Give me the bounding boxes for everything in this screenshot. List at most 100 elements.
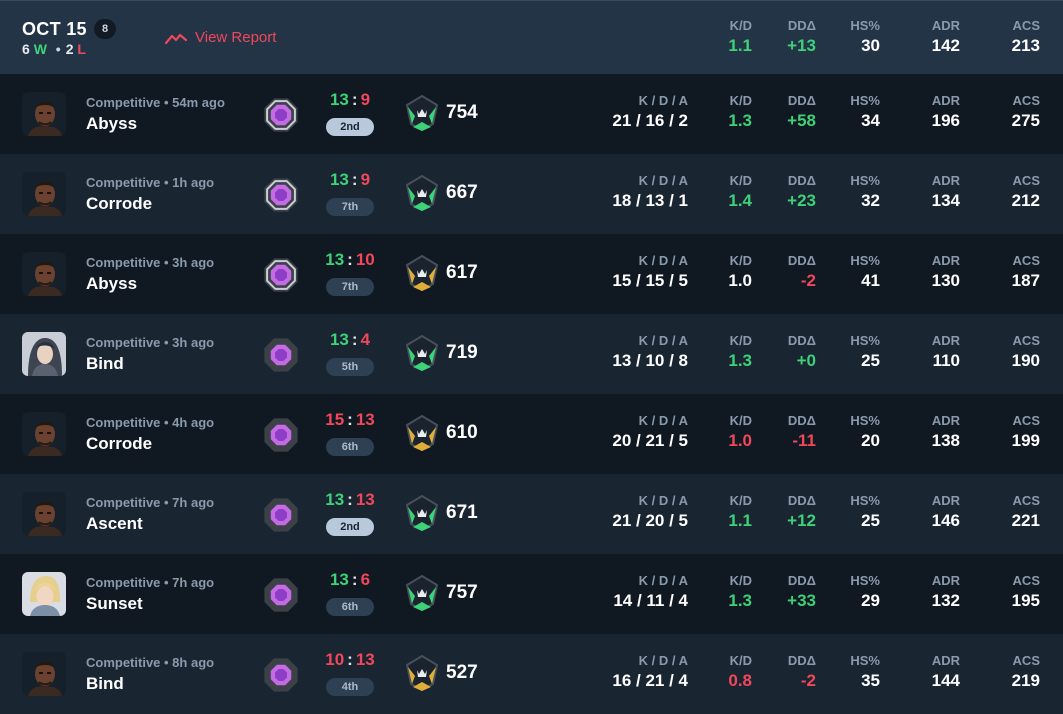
performance-score: 610 <box>446 422 478 443</box>
acs-stat: ACS 275 <box>980 93 1040 131</box>
enemy-score: 13 <box>355 490 375 509</box>
match-row[interactable]: Competitive • 3h ago Bind 13:4 5th 719 K / D … <box>0 314 1063 394</box>
dd-label: DDΔ <box>787 93 816 108</box>
match-mode: Competitive • 4h ago <box>86 415 215 430</box>
performance-icon <box>404 414 440 452</box>
dd-value: +33 <box>787 591 816 610</box>
view-report-link[interactable]: View Report <box>165 29 276 46</box>
acs-stat: ACS 187 <box>980 253 1040 291</box>
kda-stat: K / D / A 14 / 11 / 4 <box>588 573 688 611</box>
kd-value: 1.0 <box>728 271 752 290</box>
kda-label: K / D / A <box>638 93 688 108</box>
match-count-badge: 8 <box>94 19 116 39</box>
kda-value: 14 / 11 / 4 <box>613 591 688 610</box>
kd-stat: K/D 1.4 <box>692 173 752 211</box>
dd-stat: DDΔ +12 <box>756 493 816 531</box>
match-score: 13:9 <box>329 90 371 109</box>
hs-stat: HS% 41 <box>820 253 880 291</box>
rank-icon <box>262 256 300 294</box>
adr-stat: ADR 146 <box>900 493 960 531</box>
placement-badge: 2nd <box>326 118 374 136</box>
agent-avatar <box>22 652 66 696</box>
day-stat-adr: ADR 142 <box>900 18 960 56</box>
match-row[interactable]: Competitive • 54m ago Abyss 13:9 2nd 754 K / … <box>0 74 1063 154</box>
placement-badge: 6th <box>326 598 374 616</box>
acs-stat: ACS 190 <box>980 333 1040 371</box>
adr-label: ADR <box>931 93 960 108</box>
kd-stat: K/D 1.0 <box>692 413 752 451</box>
match-row[interactable]: Competitive • 1h ago Corrode 13:9 7th 667 K /… <box>0 154 1063 234</box>
hs-stat: HS% 32 <box>820 173 880 211</box>
team-score: 13 <box>325 490 345 509</box>
hs-stat: HS% 29 <box>820 573 880 611</box>
acs-label: ACS <box>1012 253 1040 268</box>
stat-label: ACS <box>1012 18 1040 33</box>
match-row[interactable]: Competitive • 3h ago Abyss 13:10 7th 617 K / … <box>0 234 1063 314</box>
acs-label: ACS <box>1012 93 1040 108</box>
acs-stat: ACS 221 <box>980 493 1040 531</box>
kd-stat: K/D 1.3 <box>692 93 752 131</box>
match-map: Bind <box>86 354 124 373</box>
match-row[interactable]: Competitive • 7h ago Ascent 13:13 2nd 671 K /… <box>0 474 1063 554</box>
match-score: 13:6 <box>329 570 371 589</box>
enemy-score: 13 <box>355 410 375 429</box>
hs-value: 34 <box>861 111 880 130</box>
match-row[interactable]: Competitive • 4h ago Corrode 15:13 6th 610 K … <box>0 394 1063 474</box>
match-map: Corrode <box>86 194 153 213</box>
hs-label: HS% <box>850 93 880 108</box>
kd-value: 1.3 <box>728 111 752 130</box>
team-score: 13 <box>329 90 349 109</box>
acs-value: 187 <box>1011 271 1040 290</box>
kda-value: 15 / 15 / 5 <box>612 271 688 290</box>
adr-stat: ADR 130 <box>900 253 960 291</box>
kd-stat: K/D 1.0 <box>692 253 752 291</box>
losses-suffix: L <box>77 41 86 57</box>
dd-stat: DDΔ -2 <box>756 653 816 691</box>
adr-stat: ADR 138 <box>900 413 960 451</box>
adr-label: ADR <box>931 173 960 188</box>
team-score: 13 <box>329 170 349 189</box>
hs-stat: HS% 25 <box>820 493 880 531</box>
kd-label: K/D <box>729 413 752 428</box>
match-mode: Competitive • 3h ago <box>86 335 215 350</box>
agent-avatar <box>22 92 66 136</box>
match-row[interactable]: Competitive • 7h ago Sunset 13:6 6th 757 K / … <box>0 554 1063 634</box>
adr-value: 138 <box>931 431 960 450</box>
hs-label: HS% <box>850 653 880 668</box>
stat-label: HS% <box>850 18 880 33</box>
hs-value: 25 <box>861 511 880 530</box>
stat-value: 142 <box>931 36 960 55</box>
performance-icon <box>404 494 440 532</box>
dd-value: +12 <box>787 511 816 530</box>
performance-icon <box>404 254 440 292</box>
match-mode: Competitive • 1h ago <box>86 175 215 190</box>
view-report-label: View Report <box>195 29 277 46</box>
hs-stat: HS% 35 <box>820 653 880 691</box>
kda-value: 13 / 10 / 8 <box>612 351 688 370</box>
match-row[interactable]: Competitive • 8h ago Bind 10:13 4th 527 K / D… <box>0 634 1063 714</box>
performance-icon <box>404 174 440 212</box>
placement-badge: 7th <box>326 198 374 216</box>
dd-value: -2 <box>800 671 816 690</box>
enemy-score: 6 <box>360 570 371 589</box>
kda-stat: K / D / A 21 / 16 / 2 <box>588 93 688 131</box>
match-score: 13:13 <box>325 490 375 509</box>
team-score: 13 <box>329 330 349 349</box>
adr-stat: ADR 134 <box>900 173 960 211</box>
dd-label: DDΔ <box>787 493 816 508</box>
performance-icon <box>404 334 440 372</box>
kda-label: K / D / A <box>638 573 688 588</box>
acs-value: 221 <box>1011 511 1040 530</box>
acs-value: 212 <box>1011 191 1040 210</box>
placement-badge: 5th <box>326 358 374 376</box>
kd-stat: K/D 1.3 <box>692 333 752 371</box>
kd-stat: K/D 1.1 <box>692 493 752 531</box>
dd-label: DDΔ <box>787 333 816 348</box>
win-loss-record: 6 W • 2 L <box>22 41 86 57</box>
adr-value: 110 <box>932 351 960 370</box>
hs-value: 32 <box>861 191 880 210</box>
day-summary-header: OCT 15 8 6 W • 2 L View Report K/D 1.1 DDΔ +… <box>0 0 1063 74</box>
match-map: Abyss <box>86 114 138 133</box>
match-score: 15:13 <box>325 410 375 429</box>
acs-value: 275 <box>1011 111 1040 130</box>
